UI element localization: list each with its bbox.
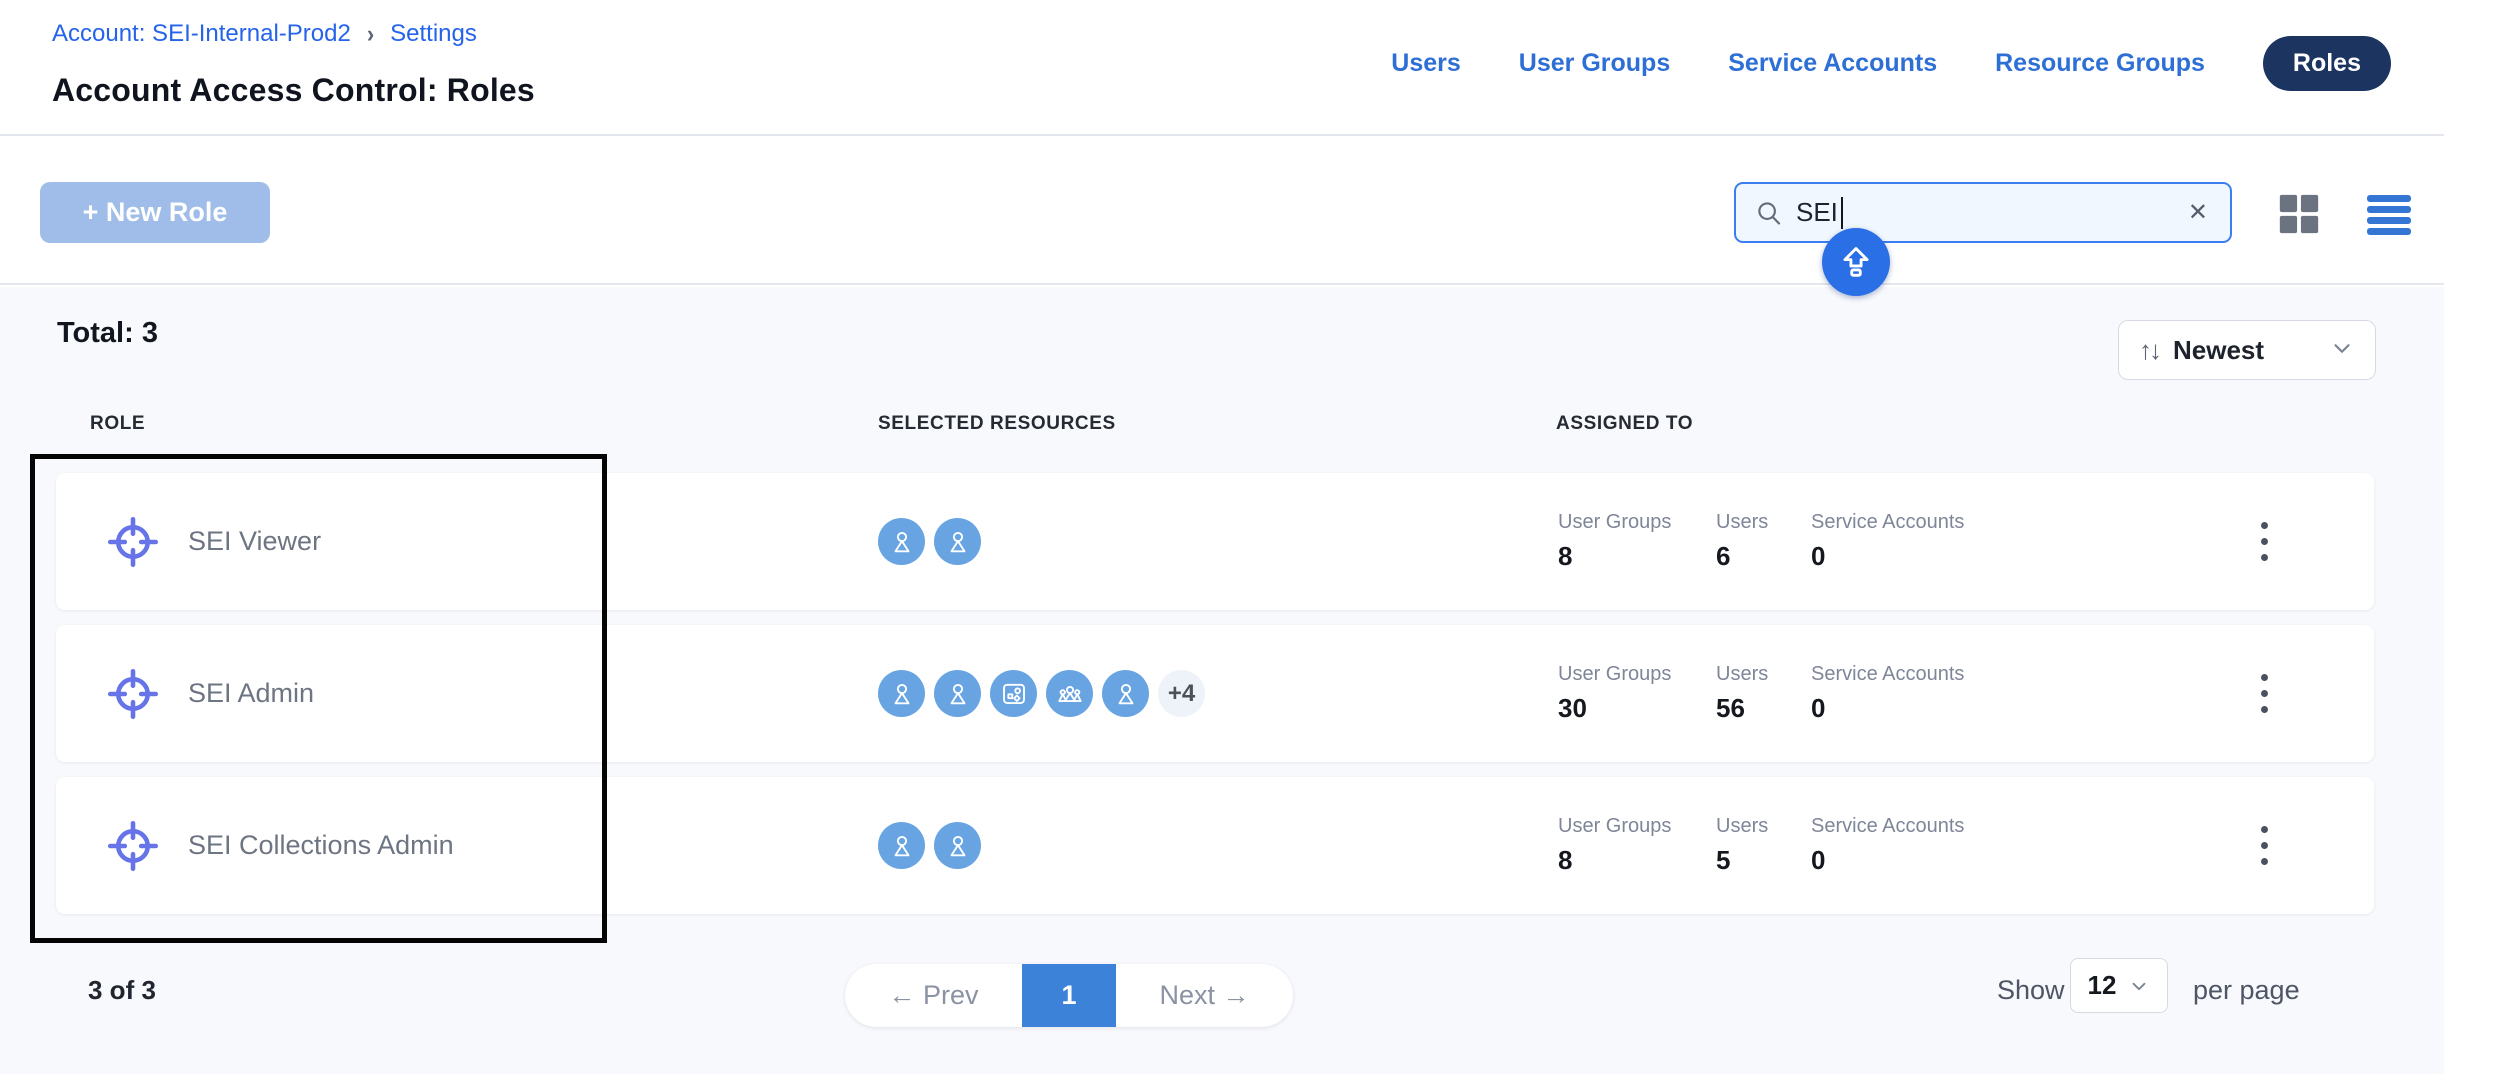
user-groups-label: User Groups (1558, 511, 1716, 534)
users-count: 56 (1716, 693, 1811, 724)
selected-resources-cell: +4 (878, 625, 1205, 762)
list-view-icon[interactable] (2364, 190, 2414, 238)
service-accounts-label: Service Accounts (1811, 663, 2041, 686)
user-icon (878, 670, 925, 717)
table-row[interactable]: SEI Admin +4 User Groups 30 Users 56 Servi… (56, 625, 2374, 762)
nav-tab-resource-groups[interactable]: Resource Groups (1995, 49, 2205, 78)
page-range-label: 3 of 3 (88, 975, 156, 1006)
user-groups-count: 8 (1558, 845, 1716, 876)
role-cell: SEI Viewer (104, 473, 321, 610)
user-icon (934, 518, 981, 565)
new-role-button[interactable]: + New Role (40, 182, 270, 243)
users-label: Users (1716, 815, 1811, 838)
page-header: Account: SEI-Internal-Prod2 › Settings A… (0, 0, 2444, 136)
breadcrumb: Account: SEI-Internal-Prod2 › Settings (52, 20, 477, 48)
service-accounts-label: Service Accounts (1811, 511, 2041, 534)
table-row[interactable]: SEI Collections Admin User Groups 8 Users… (56, 777, 2374, 914)
nav-tab-users[interactable]: Users (1391, 49, 1461, 78)
prev-page-button[interactable]: ← Prev (845, 964, 1022, 1027)
nav-tab-service-accounts[interactable]: Service Accounts (1728, 49, 1937, 78)
service-accounts-label: Service Accounts (1811, 815, 2041, 838)
shift-key-indicator (1822, 228, 1890, 296)
role-name: SEI Viewer (188, 526, 321, 557)
user-groups-count: 30 (1558, 693, 1716, 724)
search-value: SEI (1796, 197, 1838, 228)
search-icon (1754, 198, 1784, 228)
user-icon (878, 822, 925, 869)
user-icon (1102, 670, 1149, 717)
page-size-select[interactable]: 12 (2070, 958, 2168, 1013)
page-size-value: 12 (2088, 970, 2117, 1001)
role-target-icon (104, 817, 162, 875)
assigned-to-cell: User Groups 8 Users 5 Service Accounts 0 (1558, 777, 2041, 914)
toolbar: + New Role SEI ✕ (0, 138, 2444, 285)
page-title: Account Access Control: Roles (52, 72, 535, 109)
service-accounts-count: 0 (1811, 845, 2041, 876)
chevron-down-icon (2329, 335, 2355, 366)
table-row[interactable]: SEI Viewer User Groups 8 Users 6 Service A… (56, 473, 2374, 610)
users-label: Users (1716, 511, 1811, 534)
breadcrumb-account-link[interactable]: Account: SEI-Internal-Prod2 (52, 20, 351, 48)
column-header-selected-resources: SELECTED RESOURCES (878, 413, 1116, 435)
next-page-button[interactable]: Next → (1116, 964, 1293, 1027)
total-count: Total: 3 (57, 317, 158, 350)
breadcrumb-settings-link[interactable]: Settings (390, 20, 477, 48)
search-clear-icon[interactable]: ✕ (2184, 197, 2212, 229)
show-label: Show (1997, 975, 2065, 1006)
users-count: 5 (1716, 845, 1811, 876)
header-nav: Users User Groups Service Accounts Resou… (1391, 36, 2391, 91)
role-name: SEI Collections Admin (188, 830, 454, 861)
selected-resources-cell (878, 777, 981, 914)
roles-page: Account: SEI-Internal-Prod2 › Settings A… (0, 0, 2520, 1074)
users-count: 6 (1716, 541, 1811, 572)
row-menu-kebab-icon[interactable] (2242, 625, 2286, 762)
current-page-button[interactable]: 1 (1022, 964, 1116, 1027)
more-resources-badge[interactable]: +4 (1158, 670, 1205, 717)
user-icon (934, 822, 981, 869)
text-cursor (1841, 197, 1844, 229)
sort-arrows-icon: ↑↓ (2139, 335, 2159, 366)
role-target-icon (104, 665, 162, 723)
search-input[interactable]: SEI ✕ (1734, 182, 2232, 243)
assigned-to-cell: User Groups 30 Users 56 Service Accounts 0 (1558, 625, 2041, 762)
breadcrumb-chevron-icon: › (367, 19, 374, 49)
user-groups-label: User Groups (1558, 815, 1716, 838)
row-menu-kebab-icon[interactable] (2242, 473, 2286, 610)
row-menu-kebab-icon[interactable] (2242, 777, 2286, 914)
chevron-down-icon (2128, 975, 2150, 997)
assigned-to-cell: User Groups 8 Users 6 Service Accounts 0 (1558, 473, 2041, 610)
service-accounts-count: 0 (1811, 693, 2041, 724)
role-name: SEI Admin (188, 678, 314, 709)
view-toggles (2274, 190, 2414, 238)
dashboard-icon (990, 670, 1037, 717)
roles-list-section: Total: 3 ↑↓ Newest ROLE SELECTED RESOURC… (0, 287, 2444, 1074)
sort-selected-value: Newest (2173, 335, 2264, 366)
role-cell: SEI Collections Admin (104, 777, 454, 914)
column-header-role: ROLE (90, 413, 145, 435)
service-accounts-count: 0 (1811, 541, 2041, 572)
per-page-label: per page (2193, 975, 2300, 1006)
nav-tab-roles-active[interactable]: Roles (2263, 36, 2391, 91)
grid-view-icon[interactable] (2274, 190, 2324, 238)
users-label: Users (1716, 663, 1811, 686)
nav-tab-user-groups[interactable]: User Groups (1519, 49, 1670, 78)
role-target-icon (104, 513, 162, 571)
group-icon (1046, 670, 1093, 717)
user-icon (878, 518, 925, 565)
user-groups-count: 8 (1558, 541, 1716, 572)
roles-rows: SEI Viewer User Groups 8 Users 6 Service A… (56, 473, 2374, 929)
column-header-assigned-to: ASSIGNED TO (1556, 413, 1693, 435)
pagination: ← Prev 1 Next → (845, 964, 1293, 1027)
sort-dropdown[interactable]: ↑↓ Newest (2118, 320, 2376, 380)
role-cell: SEI Admin (104, 625, 314, 762)
selected-resources-cell (878, 473, 981, 610)
user-groups-label: User Groups (1558, 663, 1716, 686)
shift-icon (1837, 243, 1875, 281)
user-icon (934, 670, 981, 717)
